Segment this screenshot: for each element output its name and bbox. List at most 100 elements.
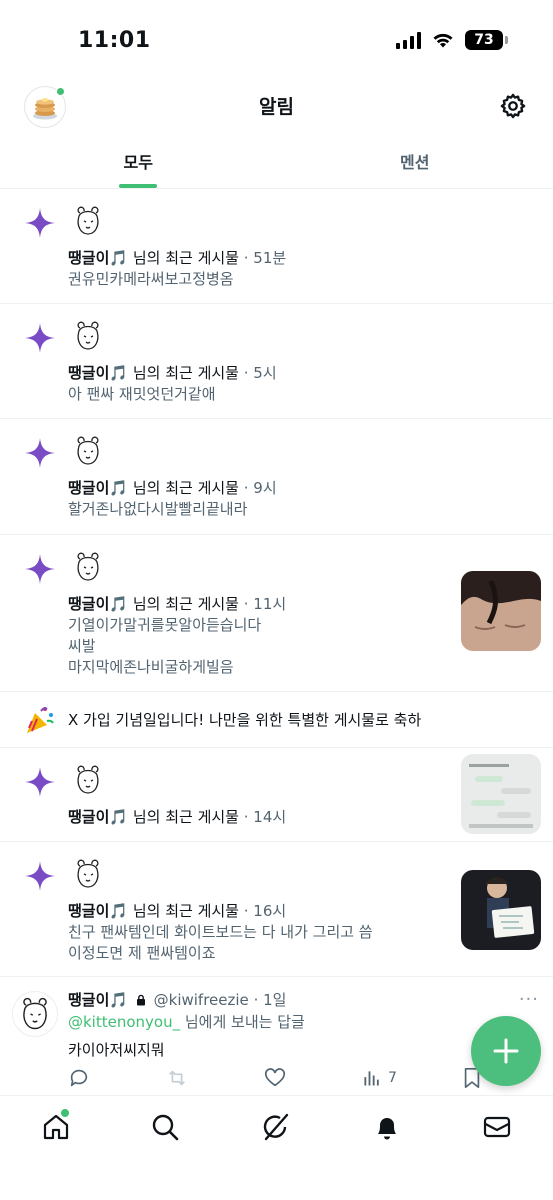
post-preview: 아 팬싸 재밋엇던거같애 [68, 385, 216, 403]
bear-sketch-avatar-icon [77, 206, 99, 235]
user-name[interactable]: 땡글이🎵 [68, 595, 128, 613]
sparkle-icon [25, 554, 55, 584]
like-button[interactable] [264, 1067, 362, 1089]
reply-post[interactable]: 땡글이🎵 @kiwifreezie · 1일 ··· @kittenonyou_… [0, 977, 553, 1099]
reply-icon [70, 1069, 88, 1087]
bottom-navigation [0, 1095, 553, 1200]
compose-button[interactable] [471, 1016, 541, 1086]
timestamp: · 51분 [238, 249, 287, 267]
photo-thumbnail [461, 571, 541, 651]
user-name[interactable]: 땡글이🎵 [68, 249, 128, 267]
notification-item[interactable]: 땡글이🎵 님의 최근 게시물 · 14시 [0, 748, 553, 842]
timestamp: · 16시 [238, 902, 287, 920]
notification-text: 땡글이🎵 님의 최근 게시물 · 9시 [68, 477, 553, 499]
post-header: 땡글이🎵 @kiwifreezie · 1일 [68, 989, 553, 1011]
mention-link[interactable]: @kittenonyou_ [68, 1013, 180, 1031]
post-actions: 7 [68, 1067, 543, 1089]
user-avatar[interactable] [70, 203, 106, 239]
user-avatar[interactable] [12, 991, 58, 1037]
view-count: 7 [388, 1070, 397, 1086]
timestamp: · 11시 [238, 595, 287, 613]
photo-thumbnail [461, 870, 541, 950]
user-avatar[interactable] [70, 318, 106, 354]
user-name[interactable]: 땡글이🎵 [68, 479, 128, 497]
user-avatar[interactable] [70, 856, 106, 892]
post-preview-line: 마지막에존나비굴하게빌음 [68, 658, 234, 676]
notification-action: 님의 최근 게시물 [128, 595, 239, 613]
notification-item[interactable]: 땡글이🎵 님의 최근 게시물 · 51분 권유민카메라써보고정병옴 [0, 189, 553, 304]
gear-icon[interactable] [499, 92, 527, 120]
reply-button[interactable] [68, 1067, 166, 1089]
search-icon[interactable] [150, 1112, 180, 1142]
notification-item[interactable]: 땡글이🎵 님의 최근 게시물 · 5시 아 팬싸 재밋엇던거같애 [0, 304, 553, 419]
bear-sketch-avatar-icon [77, 321, 99, 350]
signal-icon [396, 31, 421, 49]
status-icons: 73 [396, 30, 508, 50]
bear-sketch-avatar-icon [77, 765, 99, 794]
wifi-icon [433, 33, 453, 48]
notification-action: 님의 최근 게시물 [128, 902, 239, 920]
user-name[interactable]: 땡글이🎵 [68, 902, 128, 920]
views-button[interactable]: 7 [362, 1068, 462, 1088]
status-time: 11:01 [78, 28, 151, 53]
notification-text: 땡글이🎵 님의 최근 게시물 · 5시 [68, 362, 553, 384]
more-options-icon[interactable]: ··· [519, 989, 539, 1010]
user-handle[interactable]: @kiwifreezie [154, 991, 249, 1009]
user-avatar[interactable] [70, 762, 106, 798]
notification-action: 님의 최근 게시물 [128, 249, 239, 267]
tab-bar: 모두 멘션 [0, 132, 553, 189]
notification-list: 땡글이🎵 님의 최근 게시물 · 51분 권유민카메라써보고정병옴 땡글이🎵 님… [0, 189, 553, 1099]
sparkle-icon [25, 208, 55, 238]
user-avatar[interactable] [70, 549, 106, 585]
timestamp: · 1일 [253, 991, 287, 1009]
user-name[interactable]: 땡글이🎵 [68, 364, 128, 382]
grok-icon[interactable] [261, 1112, 291, 1142]
post-preview: 할거존나없다시발빨리끝내라 [68, 500, 248, 518]
battery-icon: 73 [465, 30, 508, 50]
user-avatar[interactable] [70, 433, 106, 469]
screenshot-thumbnail [461, 754, 541, 834]
tab-mentions[interactable]: 멘션 [277, 132, 553, 188]
anniversary-text: X 가입 기념일입니다! 나만을 위한 특별한 게시물로 축하 [68, 711, 422, 729]
status-bar: 11:01 73 [0, 0, 553, 80]
post-thumbnail[interactable] [461, 754, 541, 834]
sparkle-icon [25, 767, 55, 797]
bear-sketch-avatar-icon [23, 997, 47, 1030]
bear-sketch-avatar-icon [77, 552, 99, 581]
post-preview: 권유민카메라써보고정병옴 [68, 270, 234, 288]
notification-text: 땡글이🎵 님의 최근 게시물 · 51분 [68, 247, 553, 269]
tab-all[interactable]: 모두 [0, 132, 277, 188]
notification-action: 님의 최근 게시물 [128, 808, 239, 826]
timestamp: · 14시 [238, 808, 287, 826]
notification-item[interactable]: 땡글이🎵 님의 최근 게시물 · 16시 친구 팬싸템인데 화이트보드는 다 내… [0, 842, 553, 977]
timestamp: · 9시 [238, 479, 277, 497]
heart-icon [265, 1068, 285, 1087]
bear-sketch-avatar-icon [77, 859, 99, 888]
sparkle-icon [25, 861, 55, 891]
lock-icon [136, 994, 145, 1006]
notification-item[interactable]: 땡글이🎵 님의 최근 게시물 · 9시 할거존나없다시발빨리끝내라 [0, 419, 553, 535]
analytics-icon [364, 1071, 379, 1086]
notification-action: 님의 최근 게시물 [128, 479, 239, 497]
timestamp: · 5시 [238, 364, 277, 382]
bear-sketch-avatar-icon [77, 436, 99, 465]
repost-button[interactable] [166, 1067, 264, 1089]
home-notification-dot [61, 1109, 69, 1117]
repost-icon [169, 1070, 185, 1086]
party-popper-icon [20, 700, 60, 740]
user-name[interactable]: 땡글이🎵 [68, 808, 128, 826]
user-name[interactable]: 땡글이🎵 [68, 991, 128, 1009]
mail-icon[interactable] [482, 1112, 512, 1142]
sparkle-icon [25, 438, 55, 468]
post-thumbnail[interactable] [461, 870, 541, 950]
notification-item[interactable]: 땡글이🎵 님의 최근 게시물 · 11시 기열이가말귀를못알아듣습니다 씨발 마… [0, 535, 553, 692]
plus-icon [493, 1038, 519, 1064]
anniversary-notification[interactable]: X 가입 기념일입니다! 나만을 위한 특별한 게시물로 축하 [0, 692, 553, 748]
post-thumbnail[interactable] [461, 571, 541, 651]
bell-icon[interactable] [372, 1112, 402, 1142]
notification-action: 님의 최근 게시물 [128, 364, 239, 382]
sparkle-icon [25, 323, 55, 353]
page-title: 알림 [259, 96, 294, 118]
reply-context-text: 님에게 보내는 답글 [180, 1013, 305, 1031]
header: 알림 [0, 80, 553, 132]
